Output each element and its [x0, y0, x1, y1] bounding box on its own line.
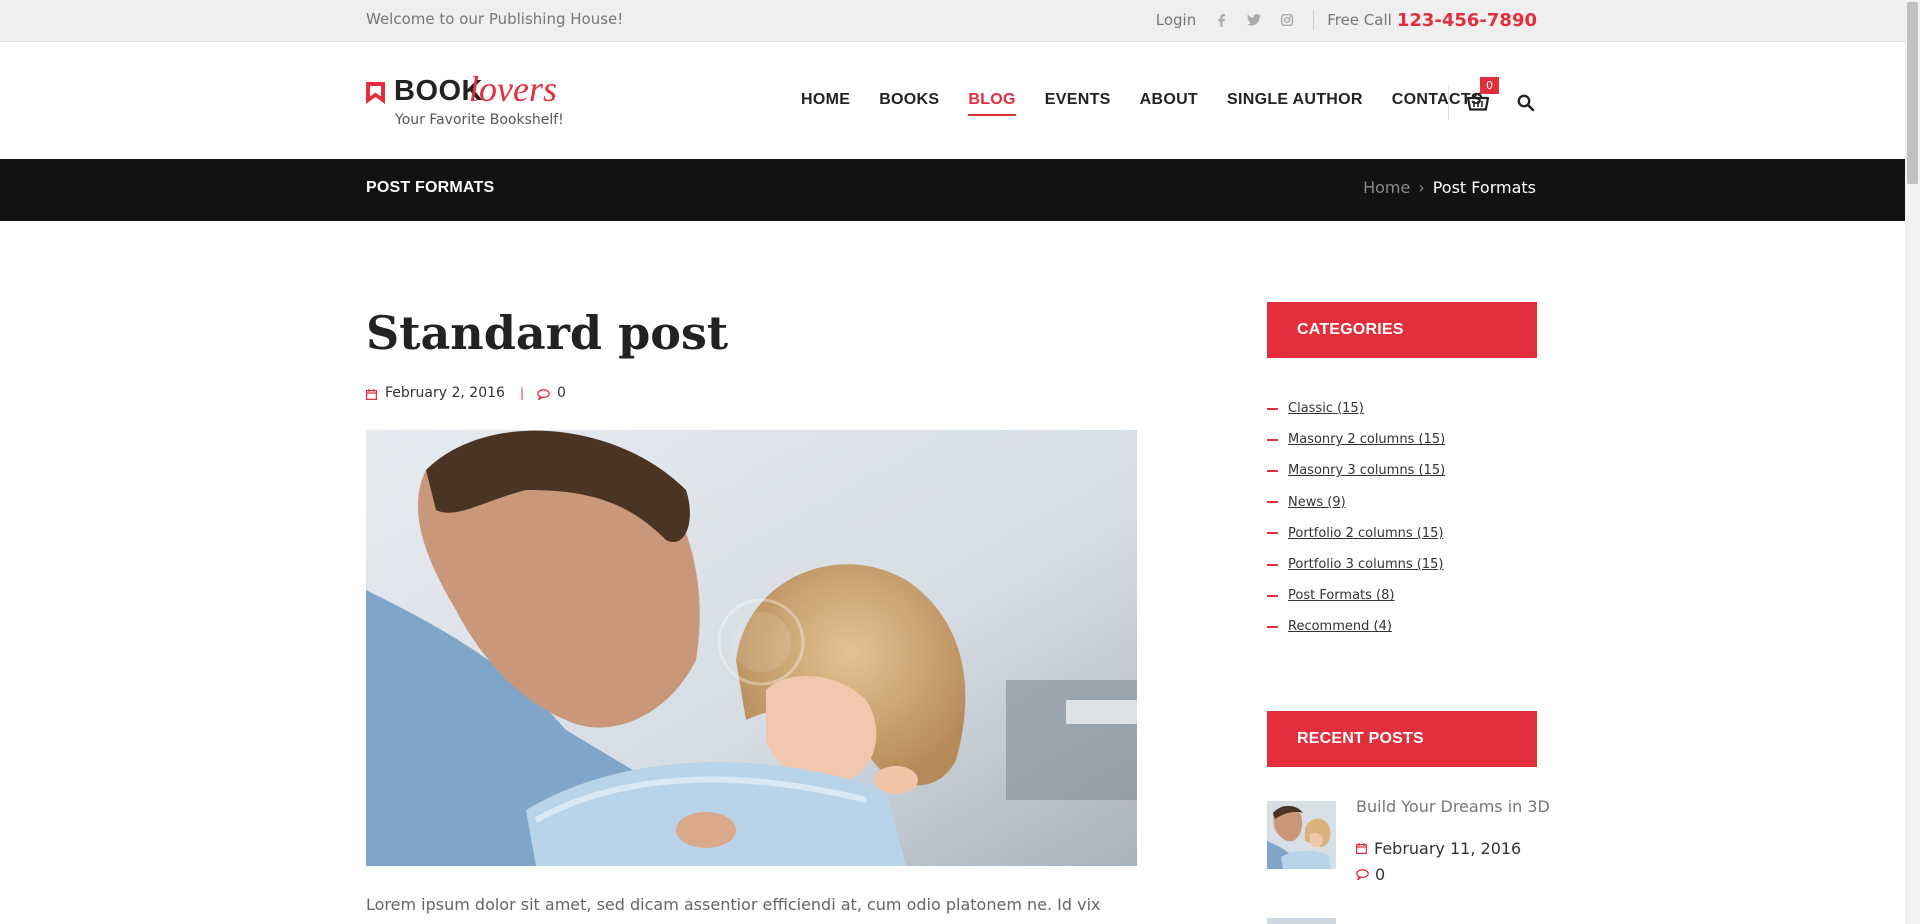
calendar-icon: [1356, 843, 1367, 854]
post-meta: February 2, 2016 | 0: [366, 385, 566, 401]
category-item[interactable]: News (9): [1267, 487, 1537, 518]
free-call-label: Free Call: [1327, 11, 1392, 29]
nav-books[interactable]: BOOKS: [879, 91, 939, 116]
categories-list: Classic (15) Masonry 2 columns (15) Maso…: [1267, 393, 1537, 643]
category-item[interactable]: Portfolio 3 columns (15): [1267, 549, 1537, 580]
scrollbar-thumb[interactable]: [1907, 2, 1918, 184]
facebook-icon[interactable]: [1214, 13, 1228, 27]
recent-post-thumbnail-partial[interactable]: [1267, 918, 1336, 924]
bookmark-icon: [366, 82, 385, 104]
cart-count-badge: 0: [1480, 77, 1499, 94]
nav-home[interactable]: HOME: [801, 91, 850, 116]
recent-post-comments-row: 0: [1356, 865, 1385, 884]
search-icon[interactable]: [1517, 94, 1535, 112]
page-scrollbar[interactable]: [1905, 0, 1920, 924]
dash-icon: [1267, 501, 1278, 504]
dash-icon: [1267, 625, 1278, 628]
nav-about[interactable]: ABOUT: [1140, 91, 1198, 116]
post-excerpt: Lorem ipsum dolor sit amet, sed dicam as…: [366, 895, 1101, 924]
welcome-text: Welcome to our Publishing House!: [366, 10, 624, 28]
login-link[interactable]: Login: [1156, 11, 1196, 29]
category-item[interactable]: Masonry 2 columns (15): [1267, 424, 1537, 455]
recent-post-date-row: February 11, 2016: [1356, 839, 1521, 858]
breadcrumb-current: Post Formats: [1432, 178, 1536, 197]
category-item[interactable]: Portfolio 2 columns (15): [1267, 518, 1537, 549]
main-nav: HOME BOOKS BLOG EVENTS ABOUT SINGLE AUTH…: [801, 91, 1511, 116]
logo-word-lovers: lovers: [469, 69, 557, 109]
comments-icon: [1356, 869, 1369, 880]
category-item[interactable]: Classic (15): [1267, 393, 1537, 424]
category-item[interactable]: Recommend (4): [1267, 611, 1537, 642]
top-bar-right: Login Free Call 123-456-7890: [1156, 9, 1537, 31]
recent-posts-widget-title: RECENT POSTS: [1267, 711, 1537, 767]
category-link[interactable]: Masonry 3 columns (15): [1288, 463, 1445, 478]
comments-icon: [537, 388, 550, 401]
top-bar: Welcome to our Publishing House! Login F…: [0, 0, 1905, 42]
cart-icon[interactable]: [1466, 92, 1490, 112]
category-link[interactable]: Post Formats (8): [1288, 588, 1394, 603]
twitter-icon[interactable]: [1247, 13, 1262, 27]
site-header: BOOK lovers Your Favorite Bookshelf! HOM…: [0, 42, 1905, 159]
dash-icon: [1267, 594, 1278, 597]
categories-widget-title: CATEGORIES: [1267, 302, 1537, 358]
post-comments-count[interactable]: 0: [557, 385, 566, 401]
category-item[interactable]: Masonry 3 columns (15): [1267, 455, 1537, 486]
nav-blog[interactable]: BLOG: [968, 91, 1016, 116]
page-title: POST FORMATS: [366, 179, 495, 196]
dash-icon: [1267, 563, 1278, 566]
breadcrumb: Home › Post Formats: [1363, 178, 1536, 197]
category-link[interactable]: News (9): [1288, 495, 1346, 510]
category-link[interactable]: Portfolio 2 columns (15): [1288, 526, 1443, 541]
category-link[interactable]: Masonry 2 columns (15): [1288, 432, 1445, 447]
page-title-bar: POST FORMATS Home › Post Formats: [0, 159, 1905, 221]
nav-divider: [1448, 86, 1449, 120]
recent-post-thumbnail[interactable]: [1267, 801, 1336, 869]
post-date[interactable]: February 2, 2016: [385, 385, 505, 401]
category-link[interactable]: Portfolio 3 columns (15): [1288, 557, 1443, 572]
logo-tagline: Your Favorite Bookshelf!: [395, 112, 564, 128]
meta-separator: |: [519, 386, 524, 400]
dash-icon: [1267, 532, 1278, 535]
dash-icon: [1267, 469, 1278, 472]
top-bar-divider: [1313, 10, 1315, 30]
category-item[interactable]: Post Formats (8): [1267, 580, 1537, 611]
nav-single-author[interactable]: SINGLE AUTHOR: [1227, 91, 1363, 116]
nav-events[interactable]: EVENTS: [1045, 91, 1111, 116]
post-title[interactable]: Standard post: [366, 306, 728, 360]
instagram-icon[interactable]: [1280, 13, 1294, 27]
post-featured-image[interactable]: [366, 430, 1137, 866]
recent-post-title[interactable]: Build Your Dreams in 3D: [1356, 797, 1550, 816]
dash-icon: [1267, 438, 1278, 441]
dash-icon: [1267, 407, 1278, 410]
phone-number[interactable]: 123-456-7890: [1397, 10, 1537, 31]
breadcrumb-separator: ›: [1418, 178, 1425, 197]
breadcrumb-home[interactable]: Home: [1363, 178, 1410, 197]
calendar-icon: [366, 388, 378, 400]
recent-post-date[interactable]: February 11, 2016: [1374, 839, 1521, 858]
category-link[interactable]: Recommend (4): [1288, 619, 1392, 634]
category-link[interactable]: Classic (15): [1288, 401, 1364, 416]
recent-post-comments-count[interactable]: 0: [1375, 865, 1385, 884]
